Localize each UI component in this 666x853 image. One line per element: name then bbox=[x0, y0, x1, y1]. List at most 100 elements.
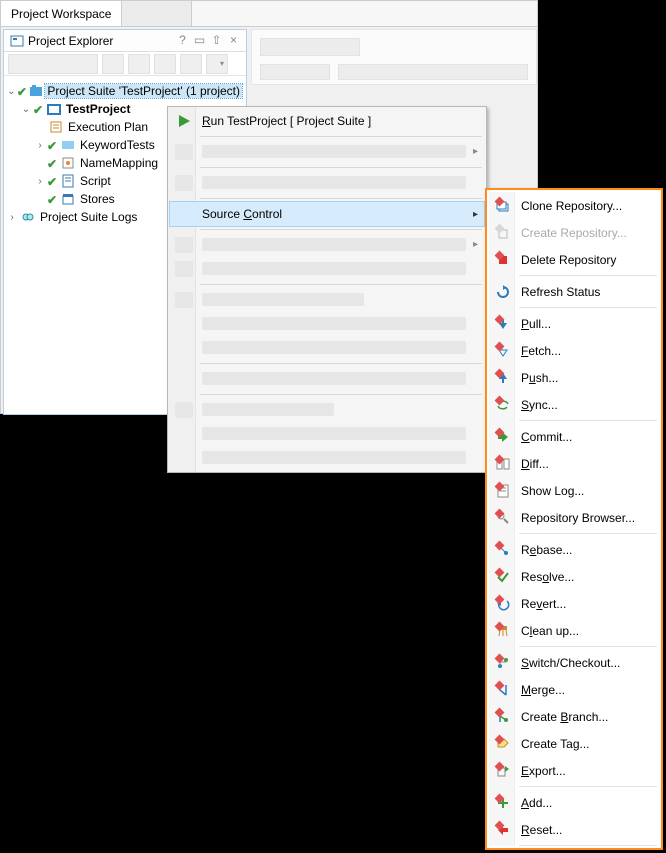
sync-icon bbox=[494, 396, 512, 414]
menu-item-add[interactable]: Add... bbox=[489, 789, 659, 816]
menu-separator bbox=[200, 167, 482, 168]
menu-item-refresh[interactable]: Refresh Status bbox=[489, 278, 659, 305]
tree-label-stores: Stores bbox=[78, 192, 117, 206]
context-menu: Run TestProject [ Project Suite ] ▸ Sour… bbox=[167, 106, 487, 473]
submenu-label: Fetch... bbox=[521, 344, 561, 358]
tag-icon bbox=[494, 735, 512, 753]
menu-item-placeholder[interactable] bbox=[170, 446, 484, 470]
tree-node-suite[interactable]: ⌄ ✔ Project Suite 'TestProject' (1 proje… bbox=[6, 82, 242, 100]
expand-icon[interactable]: ⌄ bbox=[20, 104, 32, 115]
submenu-label: Show Log... bbox=[521, 484, 584, 498]
menu-item-placeholder[interactable]: ▸ bbox=[170, 233, 484, 257]
submenu-label: Merge... bbox=[521, 683, 565, 697]
panel-toolbar bbox=[4, 52, 246, 76]
submenu-separator bbox=[519, 275, 657, 276]
tree-label-project: TestProject bbox=[64, 102, 132, 116]
menu-item-rebase[interactable]: Rebase... bbox=[489, 536, 659, 563]
tree-label-keywordtests: KeywordTests bbox=[78, 138, 157, 152]
menu-separator bbox=[200, 284, 482, 285]
panel-help-button[interactable]: ? bbox=[176, 34, 189, 47]
panel-header: Project Explorer ? ▭ ⇧ × bbox=[4, 30, 246, 52]
menu-item-clone-repo[interactable]: Clone Repository... bbox=[489, 192, 659, 219]
keyword-tests-icon bbox=[60, 137, 76, 153]
menu-item-sync[interactable]: Sync... bbox=[489, 391, 659, 418]
diff-icon bbox=[494, 455, 512, 473]
menu-item-placeholder[interactable]: ▸ bbox=[170, 140, 484, 164]
menu-separator bbox=[200, 394, 482, 395]
script-icon bbox=[60, 173, 76, 189]
merge-icon bbox=[494, 681, 512, 699]
submenu-label: Resolve... bbox=[521, 570, 574, 584]
toolbar-btn-2[interactable] bbox=[102, 54, 124, 74]
menu-item-source-control[interactable]: Source Control ▸ bbox=[170, 202, 484, 226]
menu-item-placeholder[interactable] bbox=[170, 288, 484, 312]
toolbar-dropdown[interactable] bbox=[206, 54, 228, 74]
menu-label: Source Control bbox=[202, 207, 282, 221]
expand-icon[interactable]: › bbox=[34, 176, 46, 187]
menu-item-settings[interactable]: Settings... bbox=[489, 848, 659, 853]
tree-label-script: Script bbox=[78, 174, 113, 188]
menu-item-switch[interactable]: Switch/Checkout... bbox=[489, 649, 659, 676]
menu-item-placeholder[interactable] bbox=[170, 336, 484, 360]
toolbar-btn-3[interactable] bbox=[128, 54, 150, 74]
menu-separator bbox=[200, 136, 482, 137]
tree-label-execplan: Execution Plan bbox=[66, 120, 150, 134]
menu-item-commit[interactable]: Commit... bbox=[489, 423, 659, 450]
menu-item-create-tag[interactable]: Create Tag... bbox=[489, 730, 659, 757]
expand-icon[interactable]: › bbox=[34, 140, 46, 151]
fetch-icon bbox=[494, 342, 512, 360]
commit-icon bbox=[494, 428, 512, 446]
check-icon: ✔ bbox=[32, 103, 44, 115]
submenu-label: Sync... bbox=[521, 398, 558, 412]
menu-item-showlog[interactable]: Show Log... bbox=[489, 477, 659, 504]
menu-item-revert[interactable]: Revert... bbox=[489, 590, 659, 617]
menu-item-placeholder[interactable] bbox=[170, 171, 484, 195]
submenu-label: Refresh Status bbox=[521, 285, 600, 299]
tab-ghost[interactable] bbox=[122, 1, 192, 26]
placeholder bbox=[338, 64, 528, 80]
suite-icon bbox=[29, 83, 43, 99]
menu-item-placeholder[interactable] bbox=[170, 312, 484, 336]
menu-item-placeholder[interactable] bbox=[170, 398, 484, 422]
resolve-icon bbox=[494, 568, 512, 586]
menu-item-run[interactable]: Run TestProject [ Project Suite ] bbox=[170, 109, 484, 133]
tab-project-workspace[interactable]: Project Workspace bbox=[1, 1, 122, 26]
panel-close-button[interactable]: × bbox=[227, 34, 240, 47]
menu-separator bbox=[200, 198, 482, 199]
menu-item-cleanup[interactable]: Clean up... bbox=[489, 617, 659, 644]
menu-item-delete-repo[interactable]: Delete Repository bbox=[489, 246, 659, 273]
panel-pin-button[interactable]: ⇧ bbox=[210, 34, 223, 47]
expand-icon[interactable]: › bbox=[6, 212, 18, 223]
menu-item-repo-browser[interactable]: Repository Browser... bbox=[489, 504, 659, 531]
project-icon bbox=[46, 101, 62, 117]
panel-restore-button[interactable]: ▭ bbox=[193, 34, 206, 47]
execution-plan-icon bbox=[48, 119, 64, 135]
cleanup-icon bbox=[494, 622, 512, 640]
menu-item-reset[interactable]: Reset... bbox=[489, 816, 659, 843]
menu-item-resolve[interactable]: Resolve... bbox=[489, 563, 659, 590]
clone-icon bbox=[494, 197, 512, 215]
menu-item-diff[interactable]: Diff... bbox=[489, 450, 659, 477]
menu-item-pull[interactable]: Pull... bbox=[489, 310, 659, 337]
check-icon: ✔ bbox=[17, 85, 28, 97]
menu-item-merge[interactable]: Merge... bbox=[489, 676, 659, 703]
toolbar-btn-5[interactable] bbox=[180, 54, 202, 74]
toolbar-btn-1[interactable] bbox=[8, 54, 98, 74]
menu-item-placeholder[interactable] bbox=[170, 422, 484, 446]
stores-icon bbox=[60, 191, 76, 207]
check-icon: ✔ bbox=[46, 139, 58, 151]
workspace-tabstrip: Project Workspace bbox=[1, 1, 537, 27]
menu-item-placeholder[interactable] bbox=[170, 367, 484, 391]
menu-item-push[interactable]: Push... bbox=[489, 364, 659, 391]
expand-icon[interactable]: ⌄ bbox=[6, 86, 17, 97]
check-icon: ✔ bbox=[46, 175, 58, 187]
toolbar-btn-4[interactable] bbox=[154, 54, 176, 74]
submenu-separator bbox=[519, 786, 657, 787]
add-icon bbox=[494, 794, 512, 812]
menu-item-fetch[interactable]: Fetch... bbox=[489, 337, 659, 364]
submenu-label: Commit... bbox=[521, 430, 572, 444]
menu-item-export[interactable]: Export... bbox=[489, 757, 659, 784]
menu-item-placeholder[interactable] bbox=[170, 257, 484, 281]
tree-label-logs: Project Suite Logs bbox=[38, 210, 139, 224]
menu-item-create-branch[interactable]: Create Branch... bbox=[489, 703, 659, 730]
